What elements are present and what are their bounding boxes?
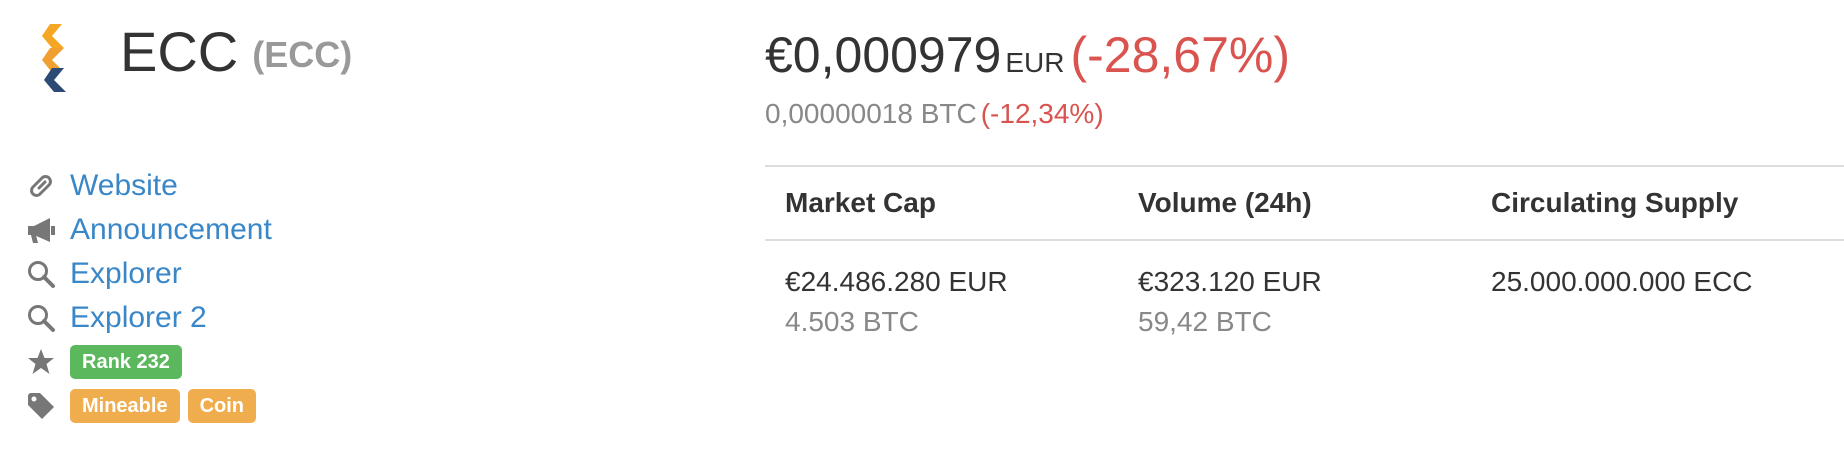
- price-row: €0,000979 EUR (-28,67%): [765, 26, 1290, 84]
- price-btc: 0,00000018 BTC: [765, 98, 977, 129]
- star-icon: [26, 344, 62, 380]
- supply-cell: 25.000.000.000 ECC: [1471, 265, 1844, 338]
- supply-value: 25.000.000.000 ECC: [1491, 266, 1753, 297]
- volume-btc: 59,42 BTC: [1138, 305, 1272, 337]
- link-website[interactable]: Website: [26, 164, 272, 208]
- tag-coin[interactable]: Coin: [187, 389, 257, 423]
- price-change-btc: (-12,34%): [980, 98, 1104, 129]
- coin-name: ECC: [120, 20, 239, 83]
- tag-mineable[interactable]: Mineable: [70, 389, 180, 423]
- stats-table: Market Cap Volume (24h) Circulating Supp…: [765, 165, 1844, 338]
- link-explorer[interactable]: Explorer: [26, 252, 272, 296]
- market-cap-cell: €24.486.280 EUR 4.503 BTC: [765, 265, 1118, 338]
- search-icon: [26, 300, 62, 336]
- tag-icon: [26, 388, 62, 424]
- volume-eur: €323.120 EUR: [1138, 266, 1322, 297]
- link-explorer-label[interactable]: Explorer: [70, 257, 182, 291]
- link-announcement[interactable]: Announcement: [26, 208, 272, 252]
- price-block: €0,000979 EUR (-28,67%) 0,00000018 BTC (-12…: [765, 26, 1290, 130]
- price-currency: EUR: [1005, 47, 1065, 78]
- header-market-cap: Market Cap: [785, 187, 936, 218]
- coin-logo: [38, 22, 84, 94]
- header-volume: Volume (24h): [1138, 187, 1312, 218]
- header-supply: Circulating Supply: [1491, 187, 1739, 218]
- link-announcement-label[interactable]: Announcement: [70, 213, 272, 247]
- market-cap-eur: €24.486.280 EUR: [785, 266, 1008, 297]
- search-icon: [26, 256, 62, 292]
- link-icon: [26, 168, 62, 204]
- price-btc-row: 0,00000018 BTC (-12,34%): [765, 98, 1290, 130]
- rank-badge: Rank 232: [70, 345, 182, 379]
- coin-symbol: (ECC): [252, 34, 353, 75]
- tags-row: Mineable Coin: [26, 384, 272, 428]
- link-explorer-2-label[interactable]: Explorer 2: [70, 301, 207, 335]
- volume-cell: €323.120 EUR 59,42 BTC: [1118, 265, 1471, 338]
- rank-row: Rank 232: [26, 340, 272, 384]
- price-eur: €0,000979: [765, 27, 1002, 83]
- link-explorer-2[interactable]: Explorer 2: [26, 296, 272, 340]
- ecc-logo-icon: [42, 24, 66, 92]
- stats-header-row: Market Cap Volume (24h) Circulating Supp…: [765, 167, 1844, 241]
- megaphone-icon: [26, 212, 62, 248]
- coin-links: Website Announcement Explorer Explorer 2…: [26, 164, 272, 428]
- coin-title: ECC (ECC): [120, 24, 352, 80]
- stats-value-row: €24.486.280 EUR 4.503 BTC €323.120 EUR 5…: [765, 241, 1844, 338]
- price-change-eur: (-28,67%): [1070, 27, 1291, 83]
- link-website-label[interactable]: Website: [70, 169, 178, 203]
- market-cap-btc: 4.503 BTC: [785, 305, 919, 337]
